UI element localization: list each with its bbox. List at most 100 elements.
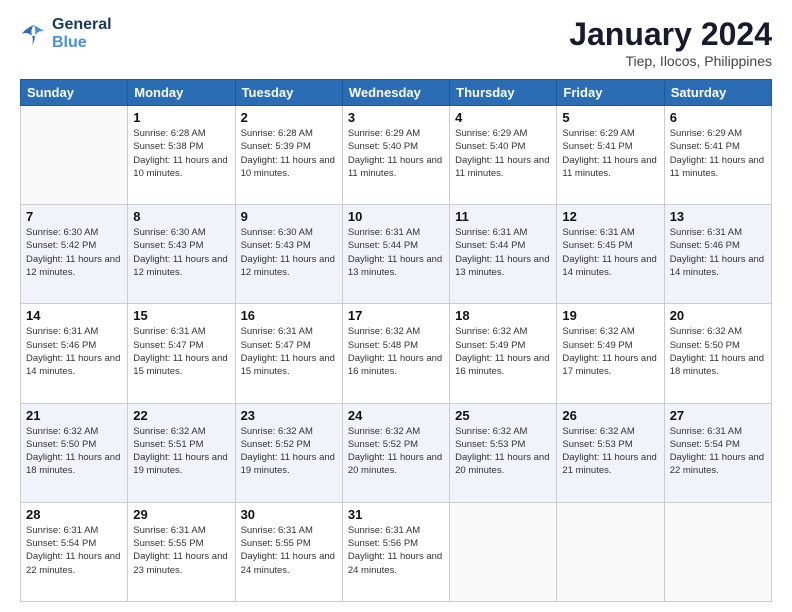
day-info: Sunrise: 6:29 AMSunset: 5:41 PMDaylight:…: [562, 127, 658, 180]
day-info: Sunrise: 6:32 AMSunset: 5:52 PMDaylight:…: [348, 425, 444, 478]
day-info: Sunrise: 6:31 AMSunset: 5:47 PMDaylight:…: [241, 325, 337, 378]
table-row: 2 Sunrise: 6:28 AMSunset: 5:39 PMDayligh…: [235, 106, 342, 205]
header-wednesday: Wednesday: [342, 80, 449, 106]
table-row: 8 Sunrise: 6:30 AMSunset: 5:43 PMDayligh…: [128, 205, 235, 304]
day-number: 17: [348, 308, 444, 323]
table-row: [557, 502, 664, 601]
day-info: Sunrise: 6:32 AMSunset: 5:49 PMDaylight:…: [562, 325, 658, 378]
logo-icon: [20, 20, 48, 48]
table-row: 28 Sunrise: 6:31 AMSunset: 5:54 PMDaylig…: [21, 502, 128, 601]
day-number: 20: [670, 308, 766, 323]
day-info: Sunrise: 6:31 AMSunset: 5:44 PMDaylight:…: [455, 226, 551, 279]
table-row: 1 Sunrise: 6:28 AMSunset: 5:38 PMDayligh…: [128, 106, 235, 205]
location: Tiep, Ilocos, Philippines: [569, 53, 772, 69]
day-info: Sunrise: 6:32 AMSunset: 5:53 PMDaylight:…: [455, 425, 551, 478]
day-number: 27: [670, 408, 766, 423]
day-number: 31: [348, 507, 444, 522]
calendar-week-row: 1 Sunrise: 6:28 AMSunset: 5:38 PMDayligh…: [21, 106, 772, 205]
day-number: 29: [133, 507, 229, 522]
day-info: Sunrise: 6:32 AMSunset: 5:48 PMDaylight:…: [348, 325, 444, 378]
header-monday: Monday: [128, 80, 235, 106]
day-info: Sunrise: 6:31 AMSunset: 5:56 PMDaylight:…: [348, 524, 444, 577]
header-saturday: Saturday: [664, 80, 771, 106]
day-number: 23: [241, 408, 337, 423]
day-number: 24: [348, 408, 444, 423]
table-row: 16 Sunrise: 6:31 AMSunset: 5:47 PMDaylig…: [235, 304, 342, 403]
calendar-week-row: 28 Sunrise: 6:31 AMSunset: 5:54 PMDaylig…: [21, 502, 772, 601]
calendar-table: Sunday Monday Tuesday Wednesday Thursday…: [20, 79, 772, 602]
day-number: 3: [348, 110, 444, 125]
day-info: Sunrise: 6:32 AMSunset: 5:52 PMDaylight:…: [241, 425, 337, 478]
day-info: Sunrise: 6:31 AMSunset: 5:55 PMDaylight:…: [241, 524, 337, 577]
day-info: Sunrise: 6:31 AMSunset: 5:54 PMDaylight:…: [26, 524, 122, 577]
table-row: 7 Sunrise: 6:30 AMSunset: 5:42 PMDayligh…: [21, 205, 128, 304]
day-info: Sunrise: 6:30 AMSunset: 5:43 PMDaylight:…: [241, 226, 337, 279]
day-number: 13: [670, 209, 766, 224]
day-number: 7: [26, 209, 122, 224]
table-row: 26 Sunrise: 6:32 AMSunset: 5:53 PMDaylig…: [557, 403, 664, 502]
day-number: 26: [562, 408, 658, 423]
day-info: Sunrise: 6:31 AMSunset: 5:46 PMDaylight:…: [670, 226, 766, 279]
day-info: Sunrise: 6:32 AMSunset: 5:50 PMDaylight:…: [26, 425, 122, 478]
day-number: 8: [133, 209, 229, 224]
month-title: January 2024: [569, 16, 772, 53]
table-row: 14 Sunrise: 6:31 AMSunset: 5:46 PMDaylig…: [21, 304, 128, 403]
day-number: 4: [455, 110, 551, 125]
day-info: Sunrise: 6:31 AMSunset: 5:55 PMDaylight:…: [133, 524, 229, 577]
calendar-header-row: Sunday Monday Tuesday Wednesday Thursday…: [21, 80, 772, 106]
day-info: Sunrise: 6:28 AMSunset: 5:38 PMDaylight:…: [133, 127, 229, 180]
table-row: 23 Sunrise: 6:32 AMSunset: 5:52 PMDaylig…: [235, 403, 342, 502]
table-row: 4 Sunrise: 6:29 AMSunset: 5:40 PMDayligh…: [450, 106, 557, 205]
day-number: 30: [241, 507, 337, 522]
calendar-week-row: 14 Sunrise: 6:31 AMSunset: 5:46 PMDaylig…: [21, 304, 772, 403]
table-row: 15 Sunrise: 6:31 AMSunset: 5:47 PMDaylig…: [128, 304, 235, 403]
header: General Blue January 2024 Tiep, Ilocos, …: [20, 16, 772, 69]
table-row: 25 Sunrise: 6:32 AMSunset: 5:53 PMDaylig…: [450, 403, 557, 502]
header-sunday: Sunday: [21, 80, 128, 106]
title-block: January 2024 Tiep, Ilocos, Philippines: [569, 16, 772, 69]
day-info: Sunrise: 6:31 AMSunset: 5:46 PMDaylight:…: [26, 325, 122, 378]
day-number: 28: [26, 507, 122, 522]
table-row: 10 Sunrise: 6:31 AMSunset: 5:44 PMDaylig…: [342, 205, 449, 304]
day-number: 5: [562, 110, 658, 125]
table-row: 9 Sunrise: 6:30 AMSunset: 5:43 PMDayligh…: [235, 205, 342, 304]
day-info: Sunrise: 6:29 AMSunset: 5:41 PMDaylight:…: [670, 127, 766, 180]
table-row: 11 Sunrise: 6:31 AMSunset: 5:44 PMDaylig…: [450, 205, 557, 304]
calendar-week-row: 21 Sunrise: 6:32 AMSunset: 5:50 PMDaylig…: [21, 403, 772, 502]
day-number: 25: [455, 408, 551, 423]
table-row: 18 Sunrise: 6:32 AMSunset: 5:49 PMDaylig…: [450, 304, 557, 403]
table-row: 12 Sunrise: 6:31 AMSunset: 5:45 PMDaylig…: [557, 205, 664, 304]
logo-text: General Blue: [52, 16, 112, 51]
table-row: 6 Sunrise: 6:29 AMSunset: 5:41 PMDayligh…: [664, 106, 771, 205]
table-row: 21 Sunrise: 6:32 AMSunset: 5:50 PMDaylig…: [21, 403, 128, 502]
day-number: 19: [562, 308, 658, 323]
table-row: 31 Sunrise: 6:31 AMSunset: 5:56 PMDaylig…: [342, 502, 449, 601]
day-number: 22: [133, 408, 229, 423]
day-info: Sunrise: 6:31 AMSunset: 5:47 PMDaylight:…: [133, 325, 229, 378]
day-info: Sunrise: 6:30 AMSunset: 5:43 PMDaylight:…: [133, 226, 229, 279]
day-number: 14: [26, 308, 122, 323]
day-info: Sunrise: 6:32 AMSunset: 5:51 PMDaylight:…: [133, 425, 229, 478]
page: General Blue January 2024 Tiep, Ilocos, …: [0, 0, 792, 612]
day-number: 12: [562, 209, 658, 224]
day-number: 9: [241, 209, 337, 224]
table-row: 24 Sunrise: 6:32 AMSunset: 5:52 PMDaylig…: [342, 403, 449, 502]
table-row: [450, 502, 557, 601]
day-number: 6: [670, 110, 766, 125]
day-info: Sunrise: 6:29 AMSunset: 5:40 PMDaylight:…: [348, 127, 444, 180]
logo: General Blue: [20, 16, 112, 51]
table-row: 5 Sunrise: 6:29 AMSunset: 5:41 PMDayligh…: [557, 106, 664, 205]
day-info: Sunrise: 6:31 AMSunset: 5:45 PMDaylight:…: [562, 226, 658, 279]
header-tuesday: Tuesday: [235, 80, 342, 106]
day-info: Sunrise: 6:31 AMSunset: 5:54 PMDaylight:…: [670, 425, 766, 478]
table-row: 13 Sunrise: 6:31 AMSunset: 5:46 PMDaylig…: [664, 205, 771, 304]
table-row: 30 Sunrise: 6:31 AMSunset: 5:55 PMDaylig…: [235, 502, 342, 601]
day-number: 11: [455, 209, 551, 224]
day-number: 1: [133, 110, 229, 125]
day-info: Sunrise: 6:31 AMSunset: 5:44 PMDaylight:…: [348, 226, 444, 279]
table-row: 17 Sunrise: 6:32 AMSunset: 5:48 PMDaylig…: [342, 304, 449, 403]
day-info: Sunrise: 6:29 AMSunset: 5:40 PMDaylight:…: [455, 127, 551, 180]
day-info: Sunrise: 6:32 AMSunset: 5:53 PMDaylight:…: [562, 425, 658, 478]
table-row: [664, 502, 771, 601]
day-info: Sunrise: 6:30 AMSunset: 5:42 PMDaylight:…: [26, 226, 122, 279]
